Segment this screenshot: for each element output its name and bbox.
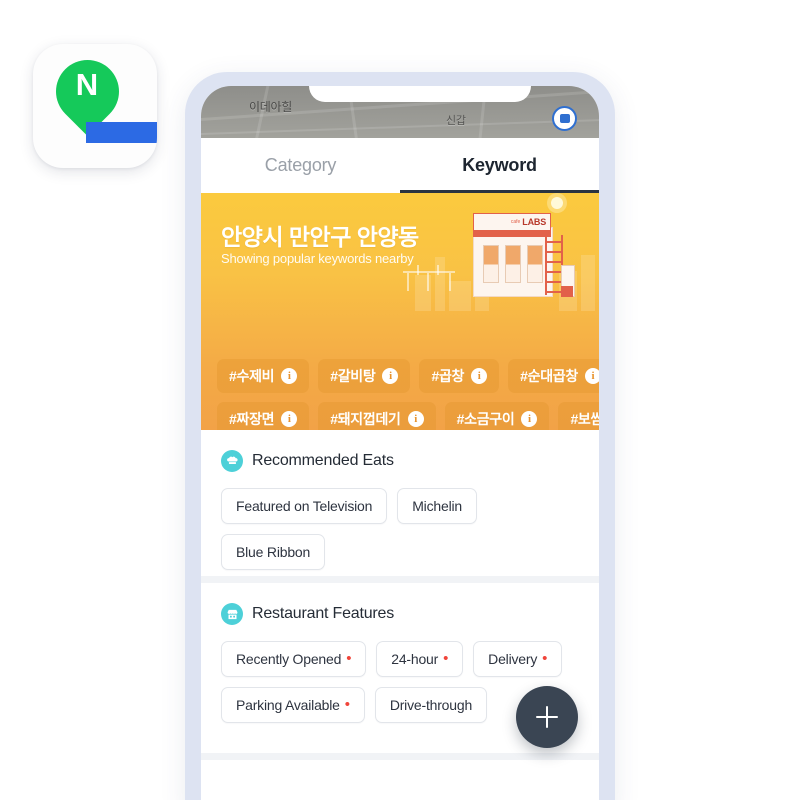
location-hero-banner: cafe LABS 안양시 만안구 안양동 Showing popular ke… — [201, 193, 599, 430]
section-next — [201, 760, 599, 800]
map-label-primary: 이데아힐 — [249, 100, 292, 114]
map-preview[interactable]: 이데아힐 신갑 — [201, 86, 599, 138]
option-pill[interactable]: Delivery • — [473, 641, 563, 677]
info-badge-icon[interactable]: i — [281, 411, 298, 427]
info-badge-icon[interactable]: i — [281, 368, 298, 384]
option-pill-label: 24-hour — [391, 651, 439, 667]
section-header: Recommended Eats — [221, 430, 579, 488]
option-pill[interactable]: Featured on Television — [221, 488, 388, 524]
subway-station-icon[interactable] — [552, 106, 577, 131]
app-icon-blue-bar — [86, 122, 157, 143]
option-pill-label: Recently Opened — [236, 651, 342, 667]
keyword-chip-label: #곱창 — [431, 368, 465, 384]
subway-glyph — [559, 114, 570, 123]
option-pill[interactable]: Drive-through — [374, 687, 488, 723]
keyword-chip-label: #짜장면 — [229, 411, 275, 427]
keyword-chip[interactable]: #보쌈 i — [558, 402, 599, 430]
keyword-chip-list: #수제비 i #갈비탕 i #곱창 i #순대곱창 i #짜장면 i #돼지껍데… — [217, 359, 599, 430]
section-title: Restaurant Features — [252, 605, 395, 622]
keyword-chip[interactable]: #돼지껍데기 i — [318, 402, 436, 430]
option-pill[interactable]: Michelin — [397, 488, 477, 524]
keyword-chip[interactable]: #소금구이 i — [444, 402, 550, 430]
keyword-chip-label: #순대곱창 — [520, 368, 578, 384]
option-pill[interactable]: 24-hour • — [376, 641, 464, 677]
patio-table-icon — [403, 263, 465, 295]
section-divider — [201, 576, 599, 583]
keyword-chip-label: #돼지껍데기 — [330, 411, 401, 427]
cafe-sign-small: cafe — [510, 219, 521, 225]
option-pill-list: Featured on Television Michelin Blue Rib… — [221, 488, 579, 570]
info-badge-icon[interactable]: i — [407, 411, 424, 427]
keyword-chip[interactable]: #곱창 i — [419, 359, 500, 393]
section-title: Recommended Eats — [252, 452, 394, 469]
option-pill[interactable]: Recently Opened • — [221, 641, 367, 677]
info-badge-icon[interactable]: i — [471, 368, 488, 384]
option-pill-label: Parking Available — [236, 697, 340, 713]
add-floating-action-button[interactable] — [516, 686, 578, 748]
cafe-illustration: cafe LABS — [403, 213, 575, 297]
info-badge-icon[interactable]: i — [521, 411, 538, 427]
bollard-icon — [561, 265, 575, 297]
section-recommended-eats: Recommended Eats Featured on Television … — [201, 430, 599, 576]
sheet-notch — [309, 86, 531, 102]
info-badge-icon[interactable]: i — [382, 368, 399, 384]
keyword-chip[interactable]: #짜장면 i — [217, 402, 310, 430]
section-divider — [201, 753, 599, 760]
option-pill-label: Blue Ribbon — [236, 544, 311, 560]
cafe-sign-large: LABS — [522, 217, 546, 227]
option-pill-label: Delivery — [488, 651, 538, 667]
info-badge-icon[interactable]: i — [584, 368, 599, 384]
option-pill-label: Featured on Television — [236, 498, 373, 514]
option-pill[interactable]: Parking Available • — [221, 687, 365, 723]
map-label-secondary: 신갑 — [446, 115, 466, 127]
keyword-chip[interactable]: #순대곱창 i — [508, 359, 599, 393]
tab-category[interactable]: Category — [201, 138, 400, 193]
hero-subtitle: Showing popular keywords nearby — [221, 251, 414, 266]
keyword-chip-label: #갈비탕 — [330, 368, 376, 384]
section-header: Restaurant Features — [221, 583, 579, 641]
storefront-icon — [221, 603, 243, 625]
keyword-chip-row: #수제비 i #갈비탕 i #곱창 i #순대곱창 i — [217, 359, 599, 393]
keyword-chip[interactable]: #갈비탕 i — [318, 359, 411, 393]
hero-location-title: 안양시 만안구 안양동 — [221, 224, 419, 250]
chef-hat-icon — [221, 450, 243, 472]
option-pill-label: Michelin — [412, 498, 462, 514]
option-pill[interactable]: Blue Ribbon — [221, 534, 326, 570]
keyword-chip[interactable]: #수제비 i — [217, 359, 310, 393]
tab-keyword[interactable]: Keyword — [400, 138, 599, 193]
keyword-chip-label: #수제비 — [229, 368, 275, 384]
keyword-chip-label: #보쌈 — [570, 411, 599, 427]
cafe-sign: cafe LABS — [473, 213, 551, 231]
keyword-chip-row: #짜장면 i #돼지껍데기 i #소금구이 i #보쌈 — [217, 402, 599, 430]
keyword-chip-label: #소금구이 — [456, 411, 515, 427]
screenshot-stage: N 이데아힐 신갑 Category Keyword cafe LABS 안양시… — [0, 0, 800, 800]
app-icon-letter: N — [75, 67, 99, 102]
naver-map-app-icon[interactable]: N — [33, 44, 157, 168]
sun-icon — [551, 197, 563, 209]
option-pill-label: Drive-through — [389, 697, 473, 713]
filter-tabs: Category Keyword — [201, 138, 599, 193]
